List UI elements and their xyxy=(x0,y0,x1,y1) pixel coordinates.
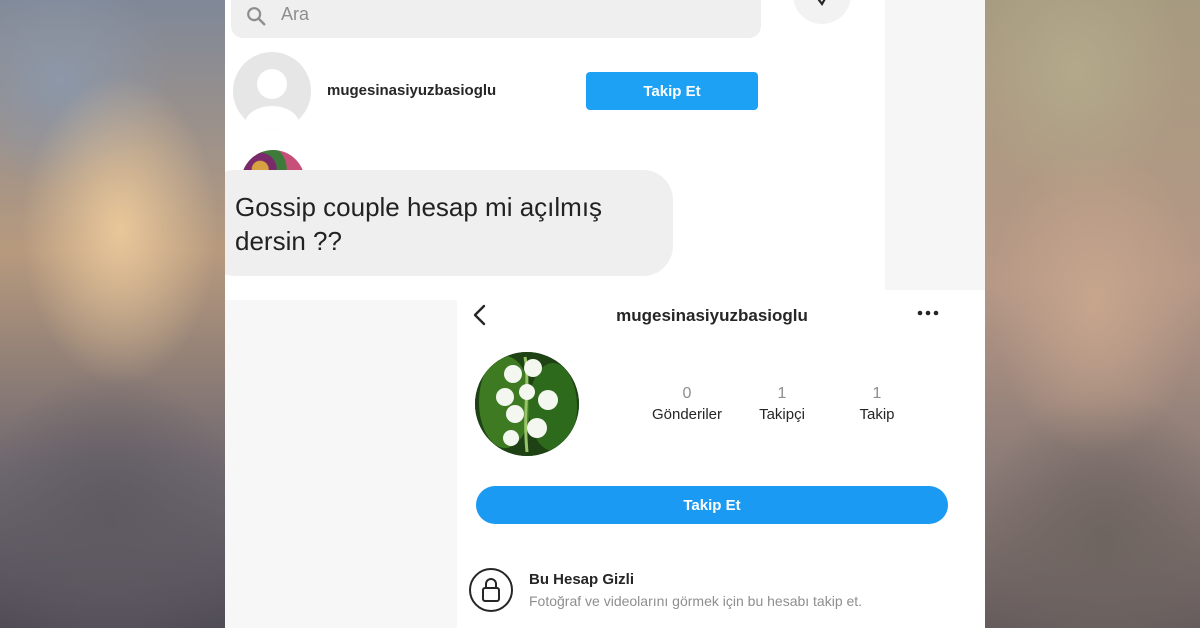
private-account-description: Fotoğraf ve videolarını görmek için bu h… xyxy=(529,593,863,609)
blurred-background-left xyxy=(0,0,225,628)
follow-button[interactable]: Takip Et xyxy=(586,72,758,110)
lock-icon xyxy=(469,568,513,612)
profile-screenshot: mugesinasiyuzbasioglu 0 Gönderiler 1 Tak… xyxy=(457,290,985,628)
search-icon xyxy=(247,7,266,26)
background-panel xyxy=(225,300,457,628)
stat-following-label: Takip xyxy=(859,406,895,423)
more-icon[interactable] xyxy=(915,306,941,320)
search-input[interactable]: Ara xyxy=(281,4,309,25)
search-bar[interactable]: Ara xyxy=(231,0,761,38)
stat-posts[interactable]: 0 Gönderiler xyxy=(632,384,742,426)
check-icon xyxy=(817,0,826,6)
message-text: Gossip couple hesap mi açılmış dersin ?? xyxy=(235,192,603,256)
stat-followers-label: Takipçi xyxy=(759,406,805,423)
profile-follow-button[interactable]: Takip Et xyxy=(476,486,948,524)
message-bubble: Gossip couple hesap mi açılmış dersin ?? xyxy=(225,170,673,276)
stat-posts-label: Gönderiler xyxy=(651,406,723,423)
search-result-row[interactable]: mugesinasiyuzbasioglu Takip Et xyxy=(225,50,885,132)
stat-following[interactable]: 1 Takip xyxy=(822,384,932,426)
send-button[interactable] xyxy=(793,0,851,24)
search-results-screenshot: Ara mugesinasiyuzbasioglu Takip Et Gossi… xyxy=(225,0,985,295)
stat-followers-value: 1 xyxy=(777,385,787,402)
blurred-background-right xyxy=(985,0,1200,628)
profile-username: mugesinasiyuzbasioglu xyxy=(616,306,808,325)
private-account-title: Bu Hesap Gizli xyxy=(529,571,635,588)
stat-followers[interactable]: 1 Takipçi xyxy=(727,384,837,426)
screenshot-collage: Ara mugesinasiyuzbasioglu Takip Et Gossi… xyxy=(225,0,985,628)
profile-avatar xyxy=(475,352,579,456)
side-panel xyxy=(885,0,985,295)
avatar-placeholder-icon xyxy=(233,52,311,130)
stat-posts-value: 0 xyxy=(682,385,692,402)
stat-following-value: 1 xyxy=(872,385,882,402)
result-username[interactable]: mugesinasiyuzbasioglu xyxy=(327,82,496,99)
